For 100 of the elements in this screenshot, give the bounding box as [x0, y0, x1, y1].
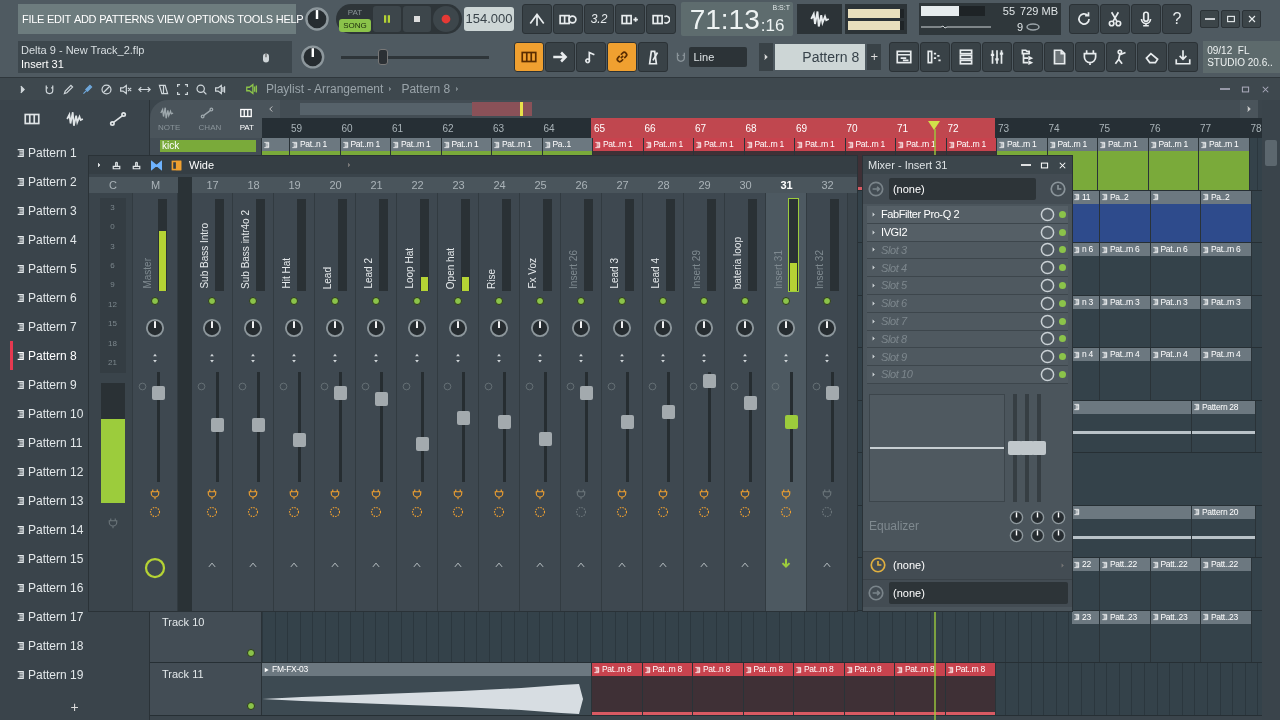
ruler-bar[interactable]: 78	[1247, 118, 1262, 138]
track-name[interactable]: Track 11	[162, 666, 204, 683]
snap-dropdown[interactable]: Line	[689, 47, 747, 67]
strip-number[interactable]: 32	[807, 177, 848, 193]
clip-header[interactable]: Pat..rn 1	[744, 138, 794, 151]
clip-header[interactable]: Pat..rn 8	[642, 663, 692, 676]
strip-number[interactable]: 23	[438, 177, 479, 193]
ruler-bar[interactable]: 61	[389, 118, 440, 138]
menu-item[interactable]: FILE	[22, 10, 45, 28]
track-name[interactable]: kick	[160, 140, 256, 152]
clip-header[interactable]: Patt..22	[1150, 558, 1200, 571]
breadcrumb-item[interactable]: Playlist - Arrangement	[266, 80, 384, 98]
pattern-item[interactable]: Pattern 4	[10, 225, 84, 254]
tempo-field[interactable]: 154.000	[464, 7, 514, 31]
view-tab[interactable]: PAT	[239, 124, 254, 132]
clip-header[interactable]: n 4	[1072, 348, 1099, 361]
clip-header[interactable]: Pat..rn 1	[845, 138, 895, 151]
clip-header[interactable]: Pa..1	[542, 138, 592, 151]
strip-number[interactable]: 28	[643, 177, 684, 193]
ruler-bar[interactable]: 65	[591, 118, 642, 138]
mixer-strip[interactable]: Loop Hat	[397, 193, 438, 611]
clip-header[interactable]: Patt..22	[1201, 558, 1251, 571]
pattern-item[interactable]: Pattern 3	[10, 196, 84, 225]
clip-header[interactable]: Pat..rn 8	[794, 663, 844, 676]
pattern-item[interactable]: Pattern 8	[10, 341, 84, 370]
clip-header[interactable]: Pat..rn 6	[1201, 243, 1251, 256]
mixer-strip[interactable]: Master	[133, 193, 178, 611]
clip-header[interactable]: Pat..rn 1	[593, 138, 643, 151]
clip-header[interactable]: n 6	[1072, 243, 1099, 256]
clip-header[interactable]: Pat..rn 1	[1199, 138, 1249, 151]
menu-item[interactable]: ADD	[73, 10, 97, 28]
clip-header[interactable]: Pat..n 6	[1150, 243, 1200, 256]
strip-number[interactable]: 31	[766, 177, 807, 193]
clip-header[interactable]: Pat..rn 1	[946, 138, 996, 151]
pattern-item[interactable]: Pattern 1	[10, 138, 84, 167]
pattern-item[interactable]: Pattern 7	[10, 312, 84, 341]
ruler-bar[interactable]: 68	[742, 118, 793, 138]
view-tab[interactable]: CHAN	[198, 124, 222, 132]
mixer-strip[interactable]: Fx Voz	[520, 193, 561, 611]
clip-header[interactable]: Pat..rn 1	[795, 138, 845, 151]
clip-header[interactable]: Pat..n 1	[441, 138, 491, 151]
clip-header[interactable]: FM-FX-03	[262, 663, 591, 676]
pattern-item[interactable]: Pattern 14	[10, 515, 84, 544]
clip-header[interactable]: Pat..n 8	[693, 663, 743, 676]
clip-header[interactable]: Pat..rn 8	[743, 663, 793, 676]
mixer-view-dropdown[interactable]: Wide	[189, 156, 339, 174]
clip-header[interactable]: Pat..rn 1	[1098, 138, 1148, 151]
clip-header[interactable]: Pat..n 4	[1150, 348, 1200, 361]
mixer-strip[interactable]: Sub Bass intr4o 2	[233, 193, 274, 611]
strip-number[interactable]: 30	[725, 177, 766, 193]
ruler-bar[interactable]: 60	[338, 118, 389, 138]
pattern-item[interactable]: Pattern 19	[10, 660, 84, 689]
add-button[interactable]: +	[70, 697, 79, 718]
countdown-button[interactable]: 3.2	[584, 4, 614, 34]
mixer-strip[interactable]: Sub Bass Intro	[192, 193, 233, 611]
mixer-strip[interactable]: Insert 29	[684, 193, 725, 611]
strip-number[interactable]: 25	[520, 177, 561, 193]
clip-header[interactable]: Pat..n 8	[844, 663, 894, 676]
strip-number[interactable]: 21	[356, 177, 397, 193]
strip-number[interactable]: 18	[233, 177, 274, 193]
clip-header[interactable]: Pat..rn 1	[997, 138, 1047, 151]
help-button[interactable]: ?	[1162, 4, 1192, 34]
input-dropdown[interactable]: (none)	[888, 178, 1036, 200]
pattern-item[interactable]: Pattern 2	[10, 167, 84, 196]
ruler-bar[interactable]: 76	[1146, 118, 1197, 138]
clip-header[interactable]: Pat..rn 1	[492, 138, 542, 151]
clip-header[interactable]: Pat..rn 6	[1100, 243, 1150, 256]
pattern-item[interactable]: Pattern 15	[10, 544, 84, 573]
strip-number[interactable]: 24	[479, 177, 520, 193]
pattern-item[interactable]: Pattern 16	[10, 573, 84, 602]
menu-item[interactable]: TOOLS	[237, 10, 273, 28]
pattern-item[interactable]: Pattern 12	[10, 457, 84, 486]
clip-header[interactable]: Pat..rn 8	[945, 663, 995, 676]
ruler-bar[interactable]: 71	[894, 118, 945, 138]
mixer-strip[interactable]: Lead 4	[643, 193, 684, 611]
pattern-item[interactable]: Pattern 9	[10, 370, 84, 399]
mixer-strip[interactable]: Lead 3	[602, 193, 643, 611]
add-pattern-button[interactable]: +	[867, 44, 882, 70]
pattern-selector[interactable]: Pattern 8	[774, 44, 866, 70]
menu-item[interactable]: OPTIONS	[186, 10, 235, 28]
view-tab[interactable]: NOTE	[158, 124, 181, 132]
ruler-bar[interactable]: 62	[439, 118, 490, 138]
ruler-bar[interactable]: 66	[641, 118, 692, 138]
mixer-strip[interactable]: Rise	[479, 193, 520, 611]
clip-header[interactable]: Pat..n 1	[290, 138, 340, 151]
strip-number[interactable]: 20	[315, 177, 356, 193]
menu-item[interactable]: PATTERNS	[99, 10, 154, 28]
strip-number[interactable]: 22	[397, 177, 438, 193]
clip-header[interactable]: Pat..rn 1	[643, 138, 693, 151]
strip-number[interactable]: 19	[274, 177, 315, 193]
pattern-item[interactable]: Pattern 10	[10, 399, 84, 428]
pattern-item[interactable]: Pattern 17	[10, 602, 84, 631]
mixer-strip[interactable]: Hit Hat	[274, 193, 315, 611]
strip-number[interactable]: M	[133, 177, 178, 193]
ruler-bar[interactable]: 64	[540, 118, 591, 138]
strip-number[interactable]: 27	[602, 177, 643, 193]
clip-header[interactable]: Pat..rn 4	[1201, 348, 1251, 361]
clip-header[interactable]: Pat..rn 1	[1148, 138, 1198, 151]
ruler-bar[interactable]: 59	[288, 118, 339, 138]
ruler-bar[interactable]: 75	[1096, 118, 1147, 138]
